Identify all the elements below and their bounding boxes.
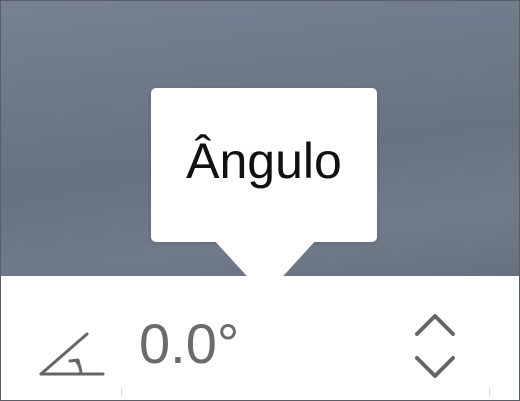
- field-separator-right: [489, 388, 490, 396]
- angle-icon: [39, 332, 105, 376]
- angle-tooltip: Ângulo: [151, 88, 377, 242]
- angle-toolbar: 0.0°: [1, 276, 519, 400]
- app-frame: Ângulo 0.0°: [0, 0, 520, 401]
- angle-value[interactable]: 0.0°: [139, 316, 239, 372]
- chevron-down-icon[interactable]: [413, 352, 457, 382]
- chevron-up-icon[interactable]: [413, 310, 457, 340]
- tooltip-label: Ângulo: [186, 133, 342, 189]
- field-separator-left: [121, 388, 122, 396]
